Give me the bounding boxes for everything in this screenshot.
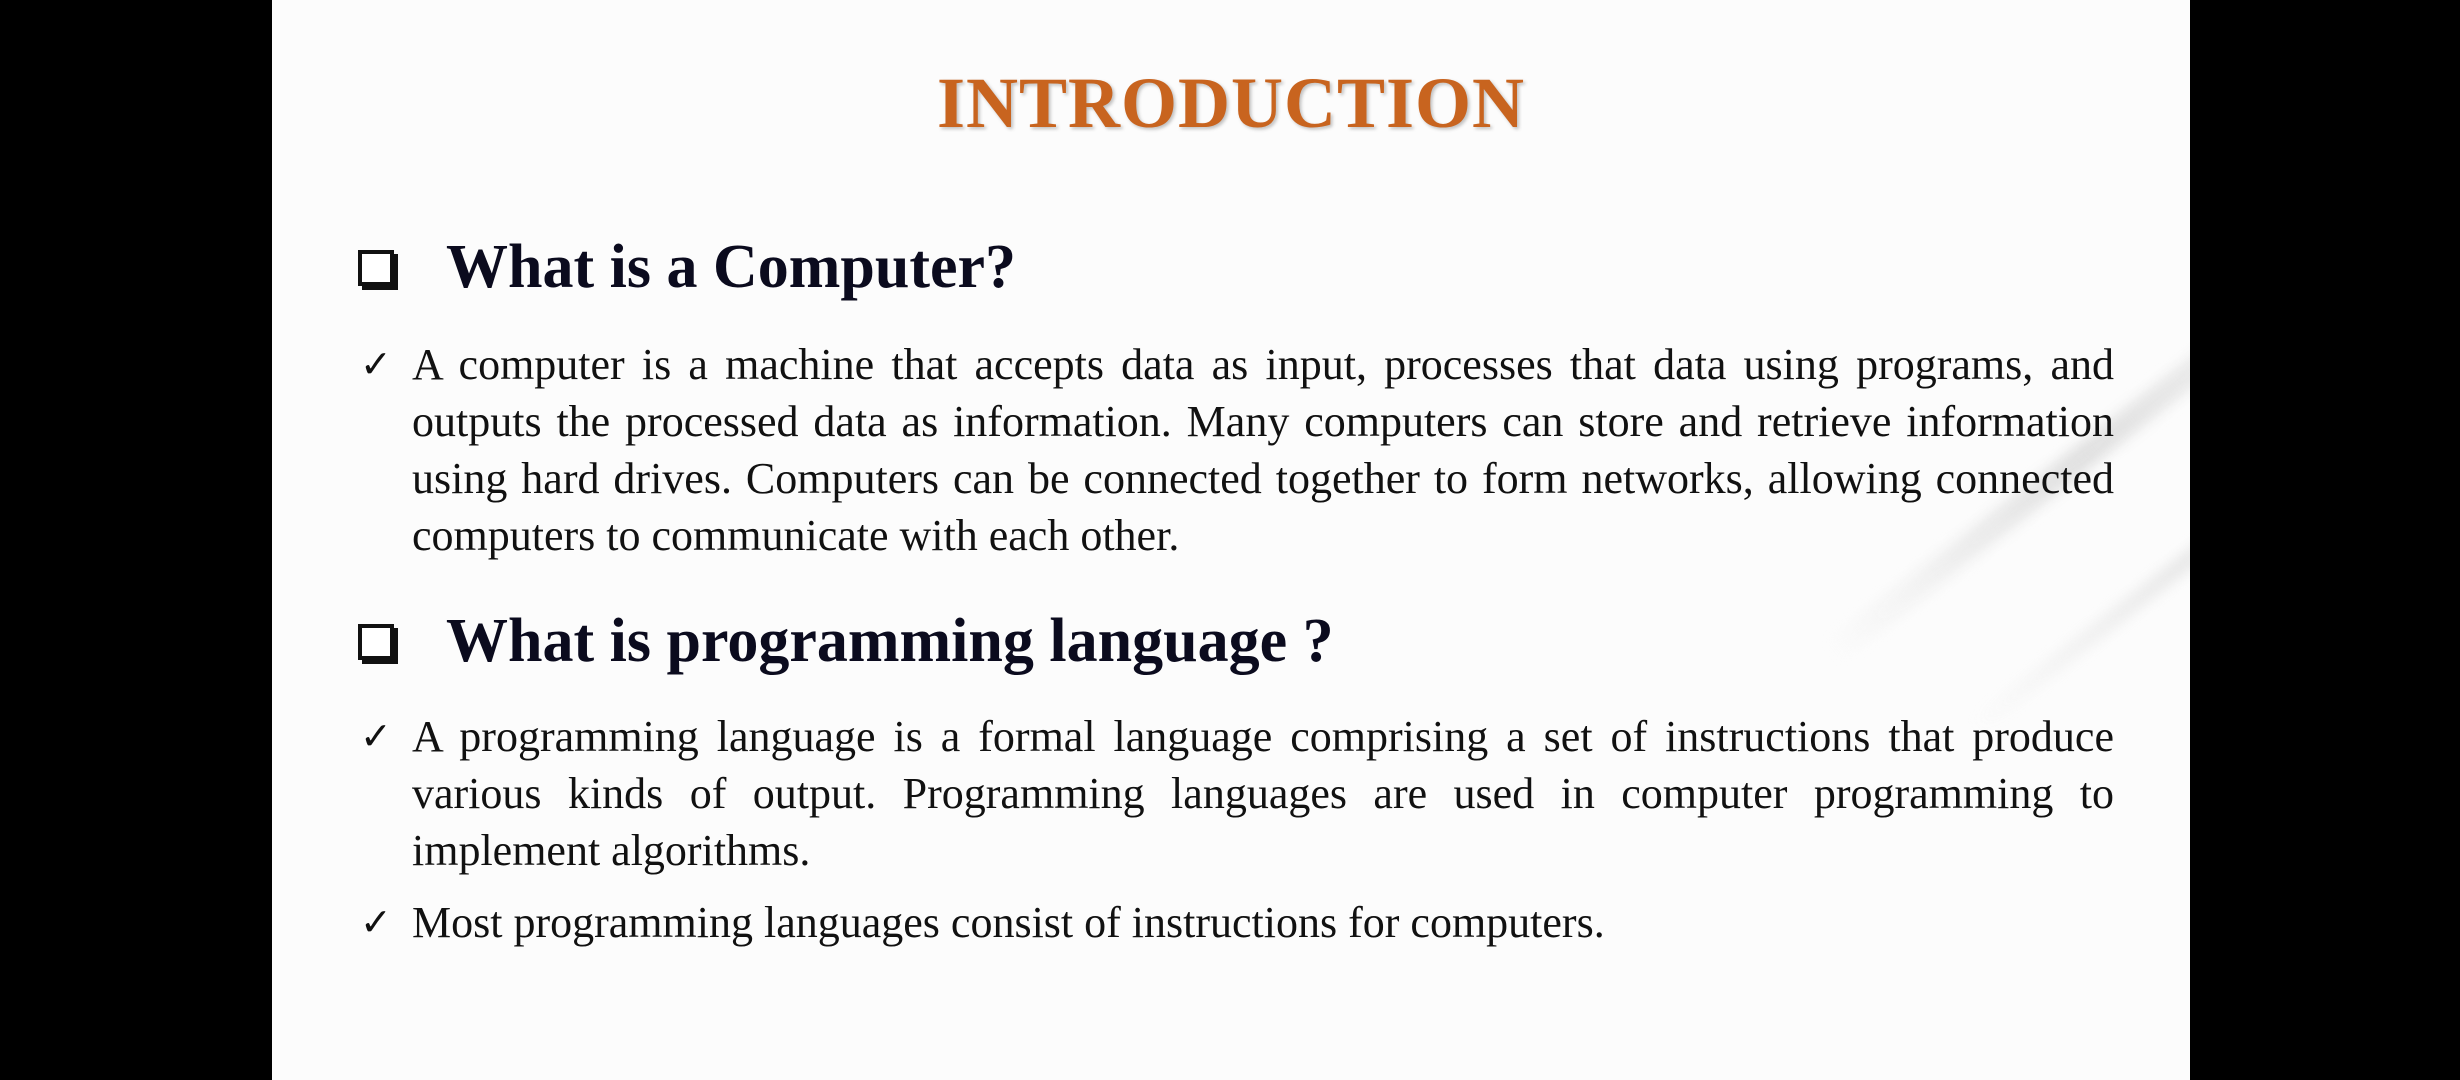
checkmark-icon: ✓ (360, 714, 392, 758)
checkmark-icon: ✓ (360, 342, 392, 386)
bullet-item: ✓ A computer is a machine that accepts d… (360, 336, 2114, 564)
checkbox-square-icon (358, 249, 394, 286)
checkbox-square-icon (358, 623, 394, 660)
bullet-item: ✓ Most programming languages consist of … (360, 894, 2114, 951)
bullet-text: Most programming languages consist of in… (412, 898, 1605, 947)
bullet-item: ✓ A programming language is a formal lan… (360, 708, 2114, 879)
presentation-slide: INTRODUCTION What is a Computer? ✓ A com… (272, 0, 2190, 1080)
slide-title: INTRODUCTION (936, 63, 1526, 143)
bullet-text: A computer is a machine that accepts dat… (412, 340, 2114, 560)
section-heading-programming-language: What is programming language ? (358, 606, 1334, 677)
bullet-text: A programming language is a formal langu… (412, 712, 2114, 875)
section-heading-text: What is a Computer? (446, 233, 1017, 301)
checkmark-icon: ✓ (360, 900, 392, 944)
section-heading-computer: What is a Computer? (358, 232, 1016, 303)
section-heading-text: What is programming language ? (446, 607, 1334, 675)
video-viewport: INTRODUCTION What is a Computer? ✓ A com… (0, 0, 2460, 1080)
